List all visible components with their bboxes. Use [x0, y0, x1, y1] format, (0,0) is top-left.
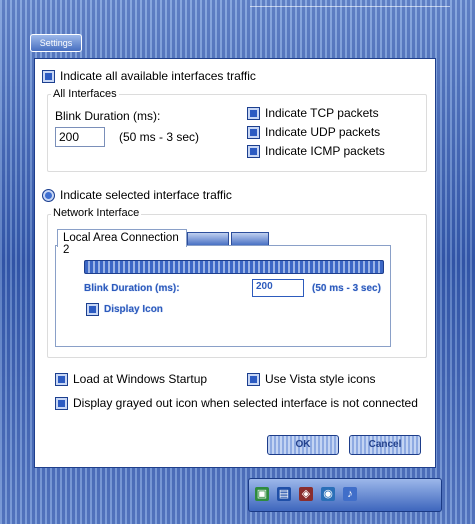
- tab-blink-duration-input[interactable]: 200: [252, 279, 304, 297]
- tab-blink-duration-label: Blink Duration (ms):: [84, 283, 180, 294]
- volume-tray-icon[interactable]: ♪: [343, 487, 357, 501]
- mode-selected-radio[interactable]: [42, 188, 55, 202]
- tab-blink-duration-range: (50 ms - 3 sec): [312, 283, 381, 294]
- load-startup-label: Load at Windows Startup: [73, 372, 208, 386]
- network-interface-group-label: Network Interface: [51, 207, 142, 219]
- load-startup-option[interactable]: Load at Windows Startup: [55, 372, 207, 386]
- tcp-option[interactable]: Indicate TCP packets: [247, 106, 379, 120]
- ok-button[interactable]: OK: [267, 435, 339, 455]
- vista-icons-checkbox[interactable]: [247, 372, 260, 386]
- tcp-checkbox[interactable]: [247, 106, 260, 120]
- blink-duration-input[interactable]: [55, 127, 105, 147]
- tab-interface-2[interactable]: [187, 232, 229, 246]
- icmp-option[interactable]: Indicate ICMP packets: [247, 144, 385, 158]
- mode-all-option[interactable]: Indicate all available interfaces traffi…: [42, 69, 256, 83]
- udp-option[interactable]: Indicate UDP packets: [247, 125, 380, 139]
- mode-selected-label: Indicate selected interface traffic: [60, 188, 232, 202]
- mode-all-label: Indicate all available interfaces traffi…: [60, 69, 256, 83]
- interface-selector-bar[interactable]: [84, 260, 384, 274]
- grayed-icon-label: Display grayed out icon when selected in…: [73, 396, 418, 410]
- display-icon-label: Display Icon: [104, 304, 163, 315]
- load-startup-checkbox[interactable]: [55, 372, 68, 386]
- title-bar: [250, 6, 450, 27]
- all-interfaces-group-label: All Interfaces: [51, 88, 119, 100]
- network-tray-icon[interactable]: ▣: [255, 487, 269, 501]
- blink-duration-range: (50 ms - 3 sec): [119, 130, 199, 144]
- window-title: Settings: [30, 34, 82, 52]
- grayed-icon-option[interactable]: Display grayed out icon when selected in…: [55, 396, 418, 410]
- icmp-label: Indicate ICMP packets: [265, 144, 385, 158]
- display-icon-checkbox[interactable]: [86, 303, 99, 316]
- security-tray-icon[interactable]: ◈: [299, 487, 313, 501]
- mode-all-checkbox[interactable]: [42, 69, 55, 83]
- blink-duration-range-text: (50 ms - 3 sec): [119, 130, 200, 144]
- blink-duration-label: Blink Duration (ms):: [55, 109, 160, 123]
- monitor-tray-icon[interactable]: ▤: [277, 487, 291, 501]
- cancel-button[interactable]: Cancel: [349, 435, 421, 455]
- vista-icons-label: Use Vista style icons: [265, 372, 376, 386]
- tab-interface-3[interactable]: [231, 232, 269, 246]
- mode-selected-option[interactable]: Indicate selected interface traffic: [42, 188, 232, 202]
- vista-icons-option[interactable]: Use Vista style icons: [247, 372, 376, 386]
- grayed-icon-checkbox[interactable]: [55, 396, 68, 410]
- update-tray-icon[interactable]: ◉: [321, 487, 335, 501]
- udp-checkbox[interactable]: [247, 125, 260, 139]
- tab-local-area-connection-2[interactable]: Local Area Connection 2: [57, 229, 187, 256]
- system-tray: ▣ ▤ ◈ ◉ ♪: [248, 478, 442, 512]
- display-icon-option[interactable]: Display Icon: [86, 303, 163, 316]
- tcp-label: Indicate TCP packets: [265, 106, 379, 120]
- tab-panel: Blink Duration (ms): 200 (50 ms - 3 sec)…: [55, 245, 391, 347]
- udp-label: Indicate UDP packets: [265, 125, 381, 139]
- settings-panel: Indicate all available interfaces traffi…: [34, 58, 436, 468]
- blink-duration-text: Blink Duration (ms):: [55, 109, 161, 123]
- icmp-checkbox[interactable]: [247, 144, 260, 158]
